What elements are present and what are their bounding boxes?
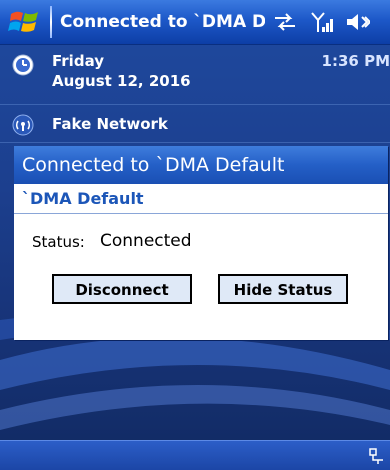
dialog-title: Connected to `DMA Default bbox=[14, 146, 388, 184]
connectivity-icon[interactable] bbox=[272, 10, 298, 34]
hide-status-button[interactable]: Hide Status bbox=[218, 274, 348, 304]
date-day: Friday bbox=[52, 52, 105, 70]
dialog-subtitle: `DMA Default bbox=[14, 184, 388, 214]
title-divider bbox=[50, 6, 52, 38]
network-connection-icon[interactable] bbox=[368, 448, 386, 466]
bottom-bar bbox=[0, 440, 390, 470]
title-bar: Connected to `DMA D bbox=[0, 0, 390, 45]
status-label: Status: bbox=[32, 233, 85, 251]
clock-icon bbox=[12, 54, 34, 76]
date-row[interactable]: Friday August 12, 2016 1:36 PM bbox=[0, 48, 390, 105]
connection-status-dialog: Connected to `DMA Default `DMA Default S… bbox=[14, 146, 388, 340]
wireless-icon bbox=[12, 114, 34, 136]
windows-start-icon[interactable] bbox=[8, 8, 42, 36]
volume-icon[interactable] bbox=[344, 10, 372, 34]
status-value: Connected bbox=[100, 231, 192, 251]
network-name: Fake Network bbox=[52, 115, 168, 133]
time-display: 1:36 PM bbox=[321, 52, 390, 70]
window-title: Connected to `DMA D bbox=[60, 12, 265, 32]
signal-icon[interactable] bbox=[310, 10, 336, 34]
network-row[interactable]: Fake Network bbox=[0, 108, 390, 143]
disconnect-button[interactable]: Disconnect bbox=[52, 274, 192, 304]
date-full: August 12, 2016 bbox=[52, 72, 191, 90]
